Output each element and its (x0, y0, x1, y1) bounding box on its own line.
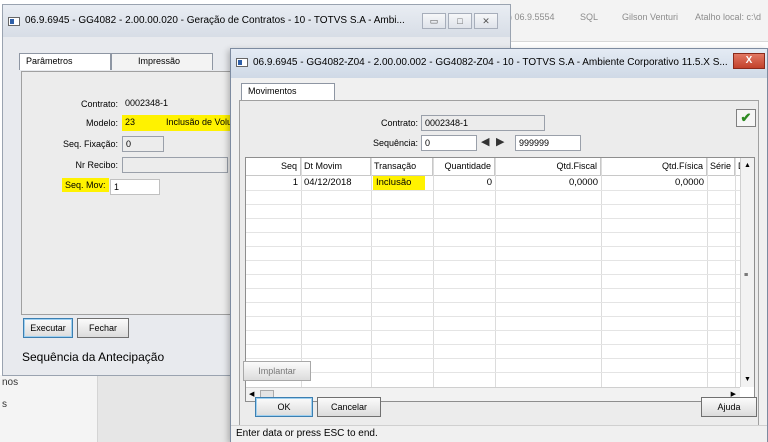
window-app-icon (8, 17, 20, 26)
column-header-qtd-fisica[interactable]: Qtd.Física (601, 158, 707, 176)
last-record-icon[interactable]: ▶ (496, 135, 512, 151)
implantar-button[interactable]: Implantar (243, 361, 311, 381)
background-user: Gilson Venturi (622, 12, 679, 22)
tab-movimentos[interactable]: Movimentos (241, 83, 335, 100)
window-title: 06.9.6945 - GG4082 - 2.00.00.020 - Geraç… (25, 15, 405, 26)
column-header-quantidade[interactable]: Quantidade (433, 158, 495, 176)
grid-line (246, 232, 754, 233)
sequencia-label: Sequência: (372, 138, 418, 148)
sequencia-to-field[interactable]: 999999 (515, 135, 581, 151)
status-bar-text: Sequência da Antecipação (22, 350, 165, 364)
background-shortcut: Atalho local: c:\d (695, 12, 762, 22)
window-titlebar[interactable]: 06.9.6945 - GG4082-Z04 - 2.00.00.002 - G… (231, 49, 767, 78)
contrato-label: Contrato: (380, 118, 418, 128)
grid-line (246, 246, 754, 247)
grid-line (433, 158, 434, 401)
seq-fixacao-label: Seq. Fixação: (62, 139, 118, 149)
modelo-field[interactable]: 23 (122, 115, 162, 131)
cell-serie (707, 176, 735, 190)
grid-line (601, 158, 602, 401)
seq-mov-field[interactable]: 1 (110, 179, 160, 195)
nr-recibo-field[interactable] (122, 157, 228, 173)
grid-line (707, 158, 708, 401)
first-record-icon[interactable]: ◀ (481, 135, 497, 151)
cell-quantidade: 0 (486, 177, 492, 188)
tab-impressao[interactable]: Impressão (111, 53, 213, 70)
background-panel (98, 375, 230, 442)
vertical-scrollbar[interactable]: ▲ ≡ ▼ (740, 158, 754, 387)
window-app-icon (236, 58, 248, 67)
minimize-icon[interactable]: ▭ (422, 13, 446, 29)
window-title: 06.9.6945 - GG4082-Z04 - 2.00.00.002 - G… (253, 57, 728, 68)
grid-line (246, 358, 754, 359)
sequencia-from-field[interactable]: 0 (421, 135, 477, 151)
cancelar-button[interactable]: Cancelar (317, 397, 381, 417)
grid-line (246, 260, 754, 261)
column-header-serie[interactable]: Série (707, 158, 735, 176)
tab-parametros[interactable]: Parâmetros (19, 53, 111, 70)
window-titlebar[interactable]: 06.9.6945 - GG4082 - 2.00.00.020 - Geraç… (3, 5, 510, 37)
column-header-transacao[interactable]: Transação (371, 158, 433, 176)
close-button[interactable]: X (733, 53, 765, 69)
grid-line (246, 344, 754, 345)
status-footer: Enter data or press ESC to end. (231, 425, 767, 442)
column-header-dt-movim[interactable]: Dt Movim (301, 158, 371, 176)
ajuda-button[interactable]: Ajuda (701, 397, 757, 417)
grid-line (246, 302, 754, 303)
modelo-label: Modelo: (85, 118, 118, 128)
ok-button[interactable]: OK (255, 397, 313, 417)
contrato-label: Contrato: (80, 99, 118, 109)
cell-dt-movim: 04/12/2018 (304, 177, 352, 188)
grid-line (371, 158, 372, 401)
cell-seq: 1 (292, 177, 298, 188)
fechar-button[interactable]: Fechar (77, 318, 129, 338)
grid-line (246, 330, 754, 331)
background-side-item[interactable]: s (2, 399, 7, 410)
movements-window: 06.9.6945 - GG4082-Z04 - 2.00.00.002 - G… (230, 48, 768, 442)
grid-line (246, 372, 754, 373)
scroll-grip-icon[interactable]: ≡ (744, 272, 748, 279)
background-side-item[interactable]: nos (2, 377, 18, 388)
executar-button[interactable]: Executar (23, 318, 73, 338)
background-toolbar: 0) 06.9.5554 SQL Gilson Venturi Atalho l… (500, 0, 768, 42)
column-header-seq[interactable]: Seq (246, 158, 301, 176)
seq-mov-label: Seq. Mov: (62, 178, 109, 192)
grid-line (735, 158, 736, 401)
maximize-icon[interactable]: □ (448, 13, 472, 29)
background-sidebar: nos s (0, 375, 98, 442)
column-header-qtd-fiscal[interactable]: Qtd.Fiscal (495, 158, 601, 176)
scroll-down-icon[interactable]: ▼ (744, 376, 751, 383)
cell-qtd-fiscal: 0,0000 (568, 177, 598, 188)
scroll-up-icon[interactable]: ▲ (744, 162, 751, 169)
cell-transacao: Inclusão (373, 176, 425, 190)
grid-line (246, 288, 754, 289)
grid-line (246, 190, 754, 191)
grid-line (246, 218, 754, 219)
contrato-field[interactable]: 0002348-1 (421, 115, 545, 131)
scroll-left-icon[interactable]: ◀ (249, 390, 254, 398)
grid-line (246, 274, 754, 275)
cell-qtd-fisica: 0,0000 (674, 177, 704, 188)
movements-grid: Seq Dt Movim Transação Quantidade Qtd.Fi… (245, 157, 755, 402)
confirm-check-icon[interactable]: ✔ (736, 109, 756, 127)
grid-line (246, 204, 754, 205)
close-icon[interactable]: ✕ (474, 13, 498, 29)
grid-line (246, 316, 754, 317)
background-version: 0) 06.9.5554 (504, 12, 555, 22)
seq-fixacao-field[interactable]: 0 (122, 136, 164, 152)
background-db: SQL (580, 12, 599, 22)
nr-recibo-label: Nr Recibo: (75, 160, 118, 170)
grid-line (495, 158, 496, 401)
